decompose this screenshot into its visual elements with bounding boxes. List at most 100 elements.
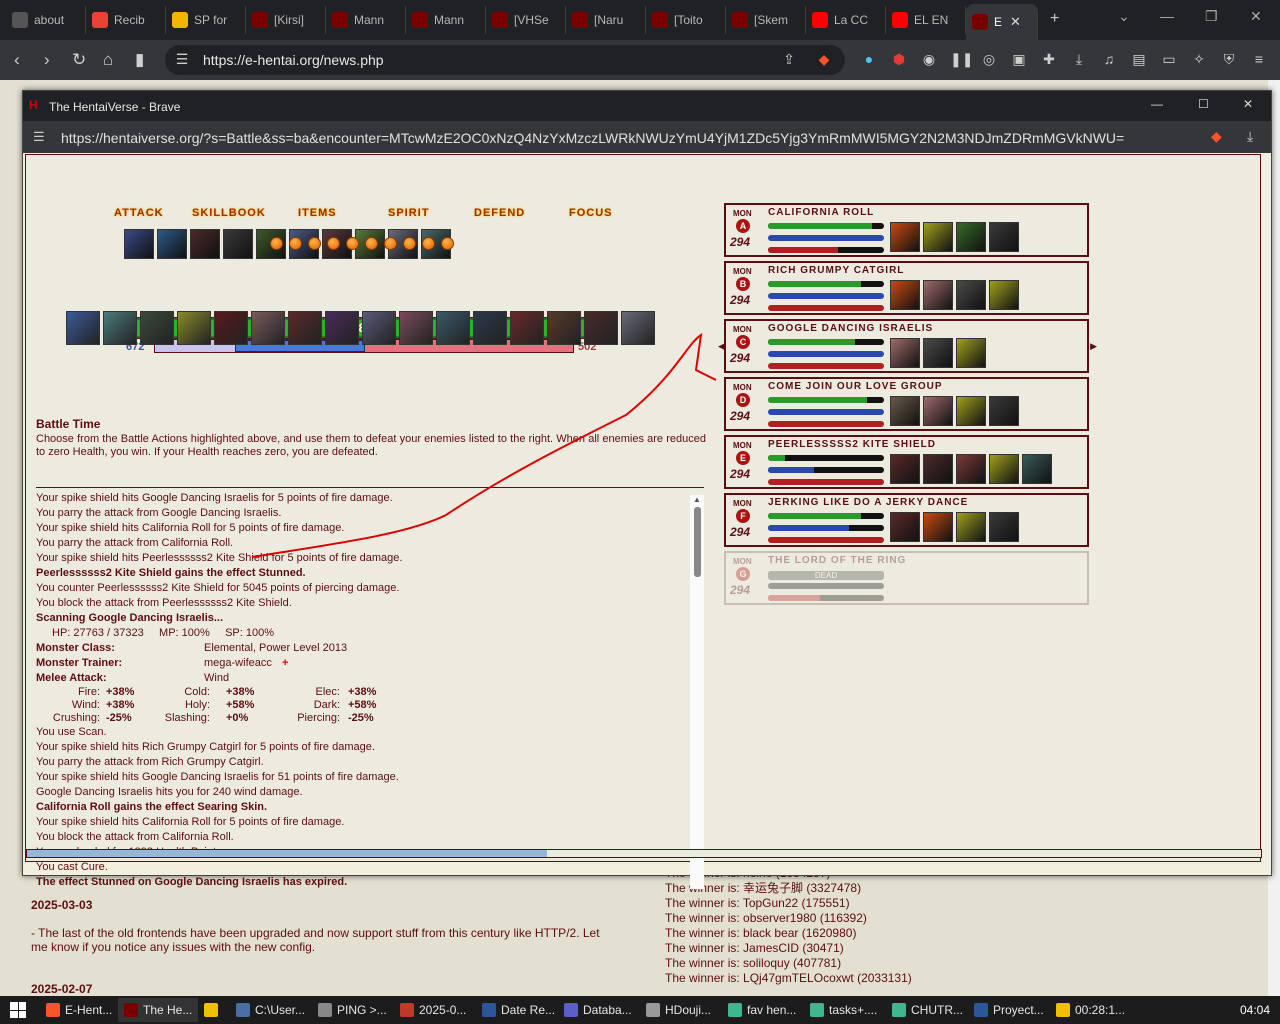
taskbar-item[interactable]: E-Hent... bbox=[40, 998, 118, 1022]
ublock-icon[interactable]: ⬢ bbox=[890, 51, 908, 69]
tab-favicon-icon bbox=[252, 12, 268, 28]
reload-icon[interactable]: ↻ bbox=[72, 50, 86, 70]
taskbar-label: fav hen... bbox=[747, 1003, 797, 1017]
browser-tab[interactable]: [VHSe bbox=[486, 6, 566, 34]
taskbar-label: E-Hent... bbox=[65, 1003, 113, 1017]
taskbar-item[interactable]: 2025-0... bbox=[394, 998, 476, 1022]
new-tab-button[interactable]: + bbox=[1050, 10, 1059, 28]
maximize-icon[interactable]: ☐ bbox=[1198, 97, 1209, 111]
address-bar[interactable]: ☰ https://e-hentai.org/news.php ⇪ ◆ bbox=[165, 45, 845, 75]
tab-label: Mann bbox=[434, 13, 465, 27]
app-icon bbox=[318, 1003, 332, 1017]
forward-icon[interactable]: › bbox=[44, 50, 50, 70]
home-icon[interactable]: ⌂ bbox=[103, 50, 113, 70]
taskbar-item[interactable]: Databa... bbox=[558, 998, 640, 1022]
windows-taskbar: E-Hent... The He... C:\User... PING >... 202… bbox=[0, 996, 1280, 1024]
winner-line: The winner is: observer1980 (116392) bbox=[665, 911, 867, 925]
share-icon[interactable]: ⇪ bbox=[780, 51, 798, 69]
tab-search-icon[interactable]: ⌄ bbox=[1118, 8, 1130, 25]
extension-icon[interactable]: ◎ bbox=[980, 51, 998, 69]
annotation-line bbox=[251, 332, 717, 558]
app-icon bbox=[236, 1003, 250, 1017]
browser-tab[interactable]: [Kirsi] bbox=[246, 6, 326, 34]
browser-tab[interactable]: [Skem bbox=[726, 6, 806, 34]
wallet-icon[interactable]: ▭ bbox=[1160, 51, 1178, 69]
download-icon[interactable]: ⤓ bbox=[1247, 128, 1253, 145]
tab-label: SP for bbox=[194, 13, 228, 27]
tab-label: about bbox=[34, 13, 65, 27]
hv-logo-icon: H bbox=[29, 98, 38, 112]
tab-label: [Toito bbox=[674, 13, 703, 27]
extension-icon[interactable]: ▣ bbox=[1010, 51, 1028, 69]
taskbar-label: tasks+.... bbox=[829, 1003, 878, 1017]
browser-tab[interactable]: Mann bbox=[326, 6, 406, 34]
browser-tab[interactable]: [Naru bbox=[566, 6, 646, 34]
tab-favicon-icon bbox=[892, 12, 908, 28]
leo-icon[interactable]: ✧ bbox=[1190, 51, 1208, 69]
browser-tab[interactable]: EL EN bbox=[886, 6, 966, 34]
minimize-icon[interactable]: — bbox=[1160, 8, 1174, 24]
music-icon[interactable]: ♫ bbox=[1100, 51, 1118, 69]
taskbar-item[interactable]: Date Re... bbox=[476, 998, 558, 1022]
taskbar-label: The He... bbox=[143, 1003, 193, 1017]
extension-icon[interactable]: ● bbox=[860, 51, 878, 69]
site-info-icon[interactable]: ☰ bbox=[173, 51, 191, 69]
close-window-icon[interactable]: ✕ bbox=[1250, 8, 1262, 25]
taskbar-label: CHUTR... bbox=[911, 1003, 963, 1017]
taskbar-item[interactable]: 00:28:1... bbox=[1050, 998, 1130, 1022]
taskbar-item[interactable]: C:\User... bbox=[230, 998, 312, 1022]
browser-tab[interactable]: [Toito bbox=[646, 6, 726, 34]
winner-line: The winner is: TopGun22 (175551) bbox=[665, 896, 850, 910]
news-text: - The last of the old frontends have bee… bbox=[31, 926, 600, 954]
taskbar-item[interactable]: CHUTR... bbox=[886, 998, 968, 1022]
minimize-icon[interactable]: — bbox=[1151, 97, 1163, 111]
app-icon bbox=[482, 1003, 496, 1017]
pause-icon[interactable]: ❚❚ bbox=[950, 51, 973, 69]
tab-favicon-icon bbox=[812, 12, 828, 28]
download-icon[interactable]: ⤓ bbox=[1070, 51, 1088, 69]
address-url[interactable]: https://e-hentai.org/news.php bbox=[203, 52, 384, 68]
extension-icon[interactable]: ◉ bbox=[920, 51, 938, 69]
back-icon[interactable]: ‹ bbox=[14, 50, 20, 70]
app-icon bbox=[124, 1003, 138, 1017]
taskbar-item[interactable]: tasks+.... bbox=[804, 998, 886, 1022]
app-icon bbox=[646, 1003, 660, 1017]
puzzle-icon[interactable]: ✚ bbox=[1040, 51, 1058, 69]
menu-icon[interactable]: ≡ bbox=[1250, 51, 1268, 69]
browser-tab[interactable]: Mann bbox=[406, 6, 486, 34]
taskbar-item[interactable]: PING >... bbox=[312, 998, 394, 1022]
start-icon[interactable] bbox=[10, 1002, 26, 1018]
taskbar-item[interactable]: HDouji... bbox=[640, 998, 722, 1022]
sidebar-icon[interactable]: ▤ bbox=[1130, 51, 1148, 69]
vpn-icon[interactable]: ⛨ bbox=[1220, 51, 1238, 69]
taskbar-item[interactable]: The He... bbox=[118, 998, 198, 1022]
tab-favicon-icon bbox=[12, 12, 28, 28]
brave-shields-icon[interactable]: ◆ bbox=[1211, 128, 1222, 145]
app-icon bbox=[46, 1003, 60, 1017]
site-info-icon[interactable]: ☰ bbox=[33, 129, 45, 145]
brave-shields-icon[interactable]: ◆ bbox=[815, 51, 833, 69]
tab-label: [Kirsi] bbox=[274, 13, 304, 27]
tab-favicon-icon bbox=[652, 12, 668, 28]
taskbar-label: PING >... bbox=[337, 1003, 387, 1017]
bookmark-icon[interactable]: ▮ bbox=[135, 50, 144, 70]
browser-tab[interactable]: La CC bbox=[806, 6, 886, 34]
battle-area: ATTACKSKILLBOOKITEMSSPIRITDEFENDFOCUS 13… bbox=[25, 154, 1262, 889]
close-icon[interactable]: ✕ bbox=[1243, 97, 1253, 111]
taskbar-label: 00:28:1... bbox=[1075, 1003, 1126, 1017]
taskbar-label: 2025-0... bbox=[419, 1003, 467, 1017]
popup-url[interactable]: https://hentaiverse.org/?s=Battle&ss=ba&… bbox=[61, 130, 1124, 146]
log-line: The effect Stunned on Google Dancing Isr… bbox=[36, 876, 348, 888]
taskbar-item[interactable]: fav hen... bbox=[722, 998, 804, 1022]
browser-tab[interactable]: Recib bbox=[86, 6, 166, 34]
tab-label: [VHSe bbox=[514, 13, 549, 27]
tab-favicon-icon bbox=[732, 12, 748, 28]
taskbar-item[interactable]: Proyect... bbox=[968, 998, 1050, 1022]
close-tab-icon[interactable]: ✕ bbox=[1010, 14, 1021, 30]
browser-tab[interactable]: SP for bbox=[166, 6, 246, 34]
browser-tab[interactable]: E ✕ bbox=[966, 4, 1038, 40]
restore-icon[interactable]: ❐ bbox=[1205, 8, 1218, 25]
taskbar-label: Proyect... bbox=[993, 1003, 1044, 1017]
taskbar-item[interactable] bbox=[198, 998, 230, 1022]
browser-tab[interactable]: about bbox=[6, 6, 86, 34]
